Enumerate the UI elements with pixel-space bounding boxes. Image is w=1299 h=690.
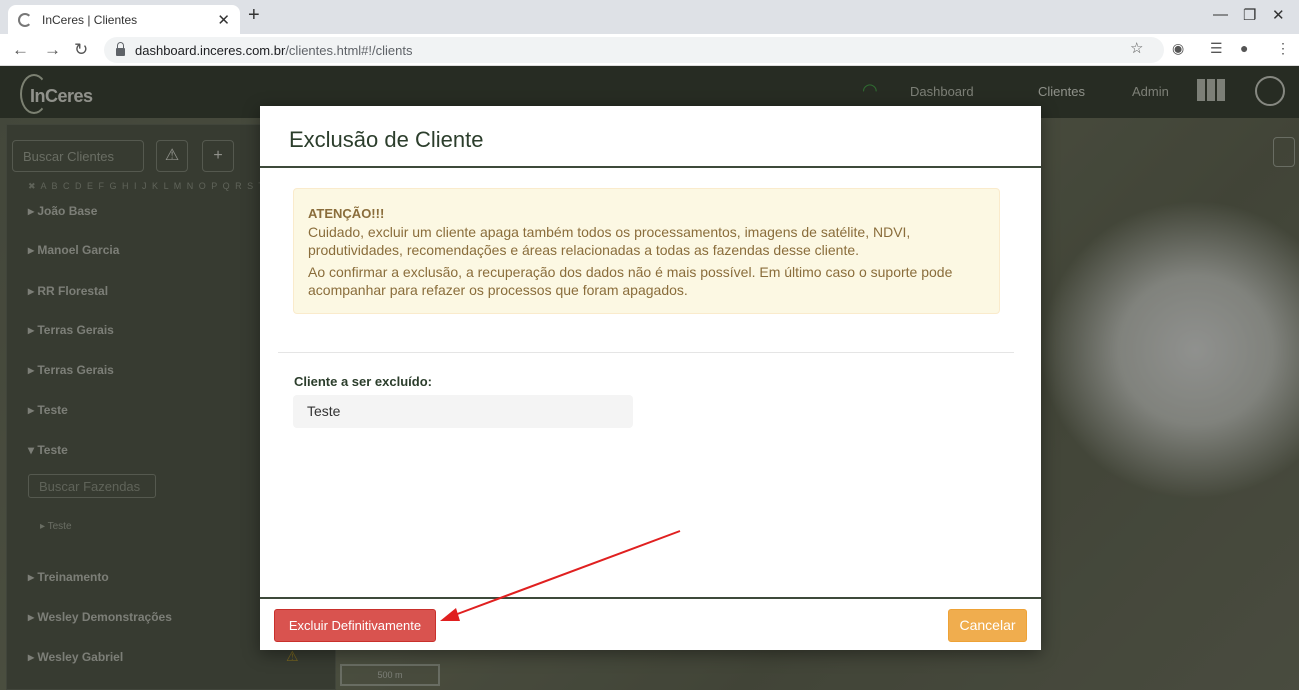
client-field-label: Cliente a ser excluído: <box>294 374 432 389</box>
profile-icon[interactable]: ● <box>1240 40 1248 56</box>
warning-alert: ATENÇÃO!!! Cuidado, excluir um cliente a… <box>293 188 1000 314</box>
alert-title: ATENÇÃO!!! <box>308 206 385 221</box>
extension-icon[interactable]: ◉ <box>1172 40 1184 57</box>
delete-client-modal: Exclusão de Cliente ATENÇÃO!!! Cuidado, … <box>260 106 1041 650</box>
back-icon[interactable]: ← <box>12 40 29 60</box>
client-name-field: Teste <box>293 395 633 428</box>
lock-icon <box>116 42 125 56</box>
alert-message: Cuidado, excluir um cliente apaga também… <box>308 224 911 258</box>
close-window-icon[interactable]: ✕ <box>1272 6 1285 24</box>
media-icon[interactable]: ☰ <box>1210 40 1223 57</box>
modal-header: Exclusão de Cliente <box>260 106 1041 168</box>
tab-title: InCeres | Clientes <box>42 12 138 27</box>
url-field[interactable]: dashboard.inceres.com.br/clientes.html#!… <box>104 37 1164 63</box>
bookmark-star-icon[interactable]: ☆ <box>1130 39 1143 57</box>
alert-message: Ao confirmar a exclusão, a recuperação d… <box>308 264 953 298</box>
forward-icon[interactable]: → <box>44 40 61 60</box>
browser-tab[interactable]: InCeres | Clientes ✕ <box>8 5 240 34</box>
delete-permanently-button[interactable]: Excluir Definitivamente <box>274 609 436 642</box>
close-tab-icon[interactable]: ✕ <box>217 11 230 29</box>
menu-icon[interactable]: ⋮ <box>1276 40 1290 57</box>
browser-tab-bar: InCeres | Clientes ✕ + — ❐ ✕ <box>0 0 1299 34</box>
divider <box>278 352 1014 353</box>
cancel-button[interactable]: Cancelar <box>948 609 1027 642</box>
reload-icon[interactable]: ↻ <box>74 40 88 60</box>
minimize-icon[interactable]: — <box>1213 6 1228 23</box>
url-host: dashboard.inceres.com.br <box>135 42 286 58</box>
restore-icon[interactable]: ❐ <box>1243 6 1256 24</box>
address-bar: ← → ↻ dashboard.inceres.com.br/clientes.… <box>0 34 1299 66</box>
inceres-favicon-icon <box>18 12 32 27</box>
url-path: /clientes.html#!/clients <box>285 42 413 58</box>
modal-title: Exclusão de Cliente <box>289 127 484 152</box>
new-tab-icon[interactable]: + <box>248 4 260 27</box>
